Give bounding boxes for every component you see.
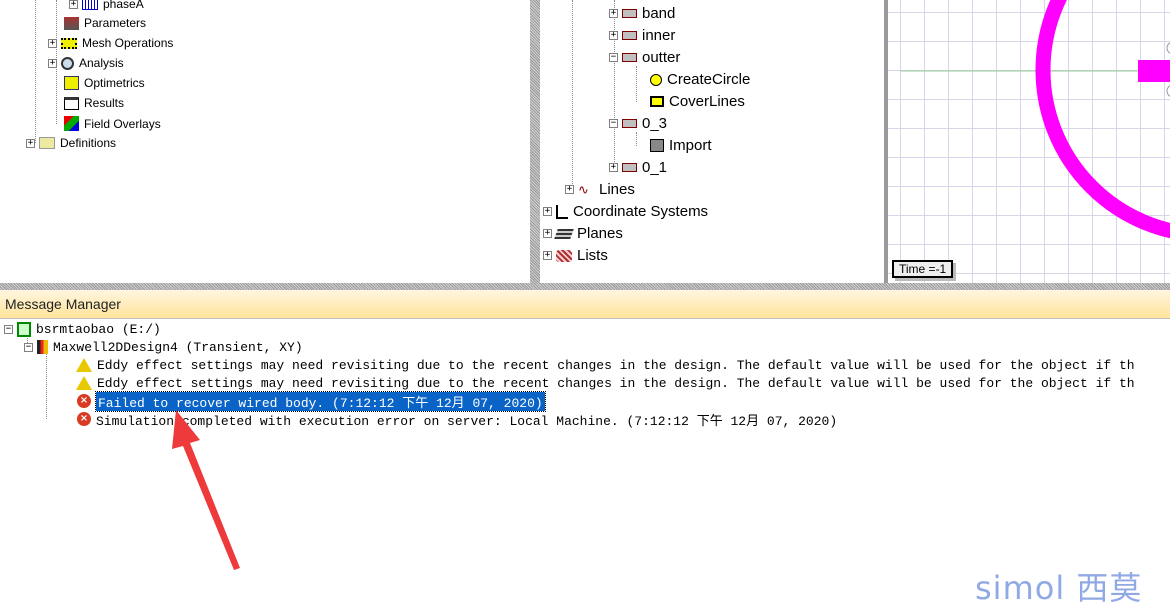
message-text: Eddy effect settings may need revisiting… bbox=[97, 375, 1135, 391]
tree-item-band[interactable]: band bbox=[642, 5, 675, 22]
circle-icon bbox=[650, 73, 662, 86]
expand-toggle[interactable]: + bbox=[565, 185, 574, 194]
message-text: Failed to recover wired body. (7:12:12 下… bbox=[95, 390, 546, 412]
message-manager-title: Message Manager bbox=[0, 290, 1170, 319]
expand-toggle[interactable]: + bbox=[543, 251, 552, 260]
expand-toggle[interactable]: + bbox=[609, 31, 618, 40]
expand-toggle[interactable]: + bbox=[48, 58, 57, 68]
tree-item-parameters[interactable]: Parameters bbox=[84, 16, 146, 30]
message-item[interactable]: × Simulation completed with execution err… bbox=[77, 410, 838, 429]
spoke-shape bbox=[1138, 60, 1170, 82]
message-item-selected[interactable]: × Failed to recover wired body. (7:12:12 … bbox=[77, 390, 546, 412]
object-icon bbox=[622, 31, 637, 40]
field-overlays-icon bbox=[64, 116, 79, 131]
design-icon bbox=[37, 340, 48, 354]
tree-item-import[interactable]: Import bbox=[669, 137, 712, 154]
project-node[interactable]: bsrmtaobao (E:/) bbox=[36, 322, 161, 337]
tree-item-field-overlays[interactable]: Field Overlays bbox=[84, 117, 161, 131]
import-icon bbox=[650, 139, 664, 152]
collapse-toggle[interactable]: − bbox=[24, 342, 33, 352]
lines-icon: ∿ bbox=[578, 181, 589, 197]
tree-item-0-1[interactable]: 0_1 bbox=[642, 159, 667, 176]
project-icon bbox=[17, 321, 31, 337]
tree-item-coverlines[interactable]: CoverLines bbox=[669, 93, 745, 110]
warning-icon bbox=[76, 376, 92, 390]
tree-item-outter[interactable]: outter bbox=[642, 49, 680, 66]
model-canvas[interactable]: Time =-1 bbox=[888, 0, 1170, 283]
tree-item-definitions[interactable]: Definitions bbox=[60, 136, 116, 150]
collapse-toggle[interactable]: − bbox=[609, 53, 618, 62]
design-node[interactable]: Maxwell2DDesign4 (Transient, XY) bbox=[53, 340, 303, 355]
expand-toggle[interactable]: + bbox=[543, 229, 552, 238]
error-icon: × bbox=[77, 412, 91, 426]
tree-item-0-3[interactable]: 0_3 bbox=[642, 115, 667, 132]
tree-item-inner[interactable]: inner bbox=[642, 27, 675, 44]
expand-toggle[interactable]: + bbox=[48, 38, 57, 48]
tree-item-lines[interactable]: Lines bbox=[599, 181, 635, 198]
message-item[interactable]: Eddy effect settings may need revisiting… bbox=[76, 374, 1135, 392]
message-text: Simulation completed with execution erro… bbox=[96, 413, 838, 429]
tree-item-optimetrics[interactable]: Optimetrics bbox=[84, 76, 145, 90]
collapse-toggle[interactable]: − bbox=[609, 119, 618, 128]
outer-ring-shape bbox=[1035, 0, 1170, 239]
tree-item-planes[interactable]: Planes bbox=[577, 225, 623, 242]
horizontal-splitter[interactable] bbox=[0, 283, 1170, 290]
object-icon bbox=[622, 119, 637, 128]
lists-icon bbox=[556, 249, 572, 262]
message-item[interactable]: Eddy effect settings may need revisiting… bbox=[76, 356, 1135, 374]
expand-toggle[interactable]: + bbox=[26, 138, 35, 148]
object-icon bbox=[622, 53, 637, 62]
tree-item-phasea[interactable]: phaseA bbox=[103, 0, 144, 11]
object-icon bbox=[622, 163, 637, 172]
tree-item-results[interactable]: Results bbox=[84, 96, 124, 110]
tree-item-createcircle[interactable]: CreateCircle bbox=[667, 71, 750, 88]
message-text: Eddy effect settings may need revisiting… bbox=[97, 357, 1135, 373]
tree-item-mesh-operations[interactable]: Mesh Operations bbox=[82, 36, 173, 50]
object-icon bbox=[622, 9, 637, 18]
cover-lines-icon bbox=[650, 96, 664, 107]
tree-item-analysis[interactable]: Analysis bbox=[79, 56, 124, 70]
tree-item-coordinate-systems[interactable]: Coordinate Systems bbox=[573, 203, 708, 220]
folder-icon bbox=[39, 137, 55, 149]
mesh-icon bbox=[61, 37, 77, 49]
expand-toggle[interactable]: + bbox=[609, 9, 618, 18]
model-tree: + band + inner − outter CreateCircle CoverL… bbox=[540, 0, 884, 283]
time-label: Time =-1 bbox=[892, 260, 954, 278]
planes-icon bbox=[554, 228, 574, 239]
collapse-toggle[interactable]: − bbox=[4, 324, 13, 334]
geometry-view bbox=[900, 0, 1170, 239]
vertical-splitter[interactable] bbox=[530, 0, 540, 283]
coordinate-systems-icon bbox=[556, 204, 568, 219]
tree-item-lists[interactable]: Lists bbox=[577, 247, 608, 264]
warning-icon bbox=[76, 358, 92, 372]
expand-toggle[interactable]: + bbox=[69, 0, 78, 9]
watermark-logo: simol 西莫 bbox=[975, 569, 1143, 607]
results-icon bbox=[64, 96, 79, 110]
error-icon: × bbox=[77, 394, 91, 408]
message-list: − bsrmtaobao (E:/) − Maxwell2DDesign4 (Tra… bbox=[0, 319, 1170, 603]
expand-toggle[interactable]: + bbox=[543, 207, 552, 216]
parameters-icon bbox=[64, 16, 79, 30]
optimetrics-icon bbox=[64, 76, 79, 90]
project-tree: + phaseA Parameters + Mesh Operations + Ana… bbox=[0, 0, 530, 283]
analysis-icon bbox=[61, 56, 74, 70]
expand-toggle[interactable]: + bbox=[609, 163, 618, 172]
winding-icon bbox=[82, 0, 98, 10]
